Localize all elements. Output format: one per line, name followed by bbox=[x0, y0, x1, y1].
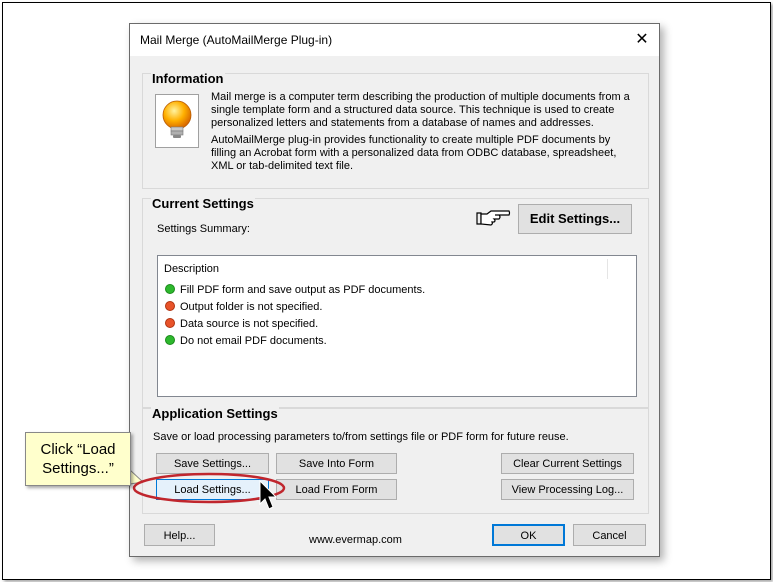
annotation-overlay bbox=[129, 468, 286, 510]
mouse-cursor-icon bbox=[259, 479, 278, 510]
instruction-callout: Click “Load Settings...” bbox=[25, 432, 131, 486]
